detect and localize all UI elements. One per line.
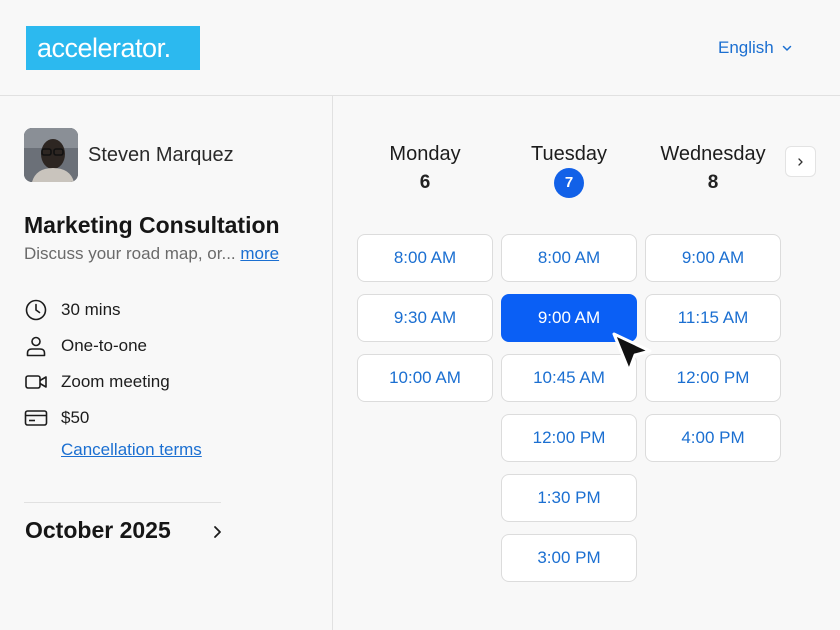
logo[interactable]: accelerator. — [26, 26, 200, 70]
day-name: Tuesday — [531, 143, 607, 165]
time-slot[interactable]: 9:30 AM — [357, 294, 493, 342]
time-slot[interactable]: 3:00 PM — [501, 534, 637, 582]
day-header-tuesday: Tuesday 7 — [501, 142, 637, 198]
chevron-right-icon — [798, 157, 803, 166]
day-header-wednesday: Wednesday 8 — [645, 142, 781, 194]
next-days-button[interactable] — [785, 146, 816, 177]
detail-location: Zoom meeting — [24, 370, 170, 394]
clock-icon — [25, 299, 47, 321]
cancellation-terms-link[interactable]: Cancellation terms — [61, 440, 202, 460]
detail-duration: 30 mins — [24, 298, 121, 322]
language-selector[interactable]: English — [718, 37, 792, 59]
more-link[interactable]: more — [240, 244, 279, 263]
event-details-panel: Steven Marquez Marketing Consultation Di… — [0, 96, 333, 630]
time-slot[interactable]: 10:45 AM — [501, 354, 637, 402]
event-title: Marketing Consultation — [24, 212, 280, 238]
day-number: 8 — [707, 172, 719, 193]
divider — [24, 502, 221, 503]
event-description-text: Discuss your road map, or... — [24, 244, 236, 263]
time-slot[interactable]: 8:00 AM — [357, 234, 493, 282]
chevron-down-icon — [782, 45, 792, 51]
time-slot[interactable]: 12:00 PM — [501, 414, 637, 462]
location-text: Zoom meeting — [61, 372, 170, 391]
credit-card-icon — [24, 410, 48, 426]
video-icon — [25, 375, 47, 389]
duration-text: 30 mins — [61, 300, 121, 319]
time-slot[interactable]: 11:15 AM — [645, 294, 781, 342]
time-slot[interactable]: 1:30 PM — [501, 474, 637, 522]
price-text: $50 — [61, 408, 90, 427]
type-text: One-to-one — [61, 336, 147, 355]
time-slot[interactable]: 8:00 AM — [501, 234, 637, 282]
detail-price: $50 — [24, 406, 89, 430]
time-slot[interactable]: 4:00 PM — [645, 414, 781, 462]
person-icon — [26, 336, 46, 357]
time-slot[interactable]: 12:00 PM — [645, 354, 781, 402]
detail-type: One-to-one — [24, 334, 147, 358]
today-badge: 7 — [554, 168, 584, 198]
month-label: October 2025 — [25, 517, 171, 543]
event-description: Discuss your road map, or... more — [24, 244, 279, 264]
day-name: Wednesday — [660, 143, 766, 165]
header: accelerator. English — [0, 0, 840, 96]
time-slot[interactable]: 9:00 AM — [645, 234, 781, 282]
host-name: Steven Marquez — [88, 144, 234, 166]
time-slot[interactable]: 10:00 AM — [357, 354, 493, 402]
day-header-monday: Monday 6 — [357, 142, 493, 194]
day-name: Monday — [389, 143, 461, 165]
avatar — [24, 128, 78, 182]
language-label: English — [718, 38, 774, 57]
time-slot-selected[interactable]: 9:00 AM — [501, 294, 637, 342]
chevron-right-icon[interactable] — [210, 522, 226, 542]
day-number: 6 — [419, 172, 431, 193]
